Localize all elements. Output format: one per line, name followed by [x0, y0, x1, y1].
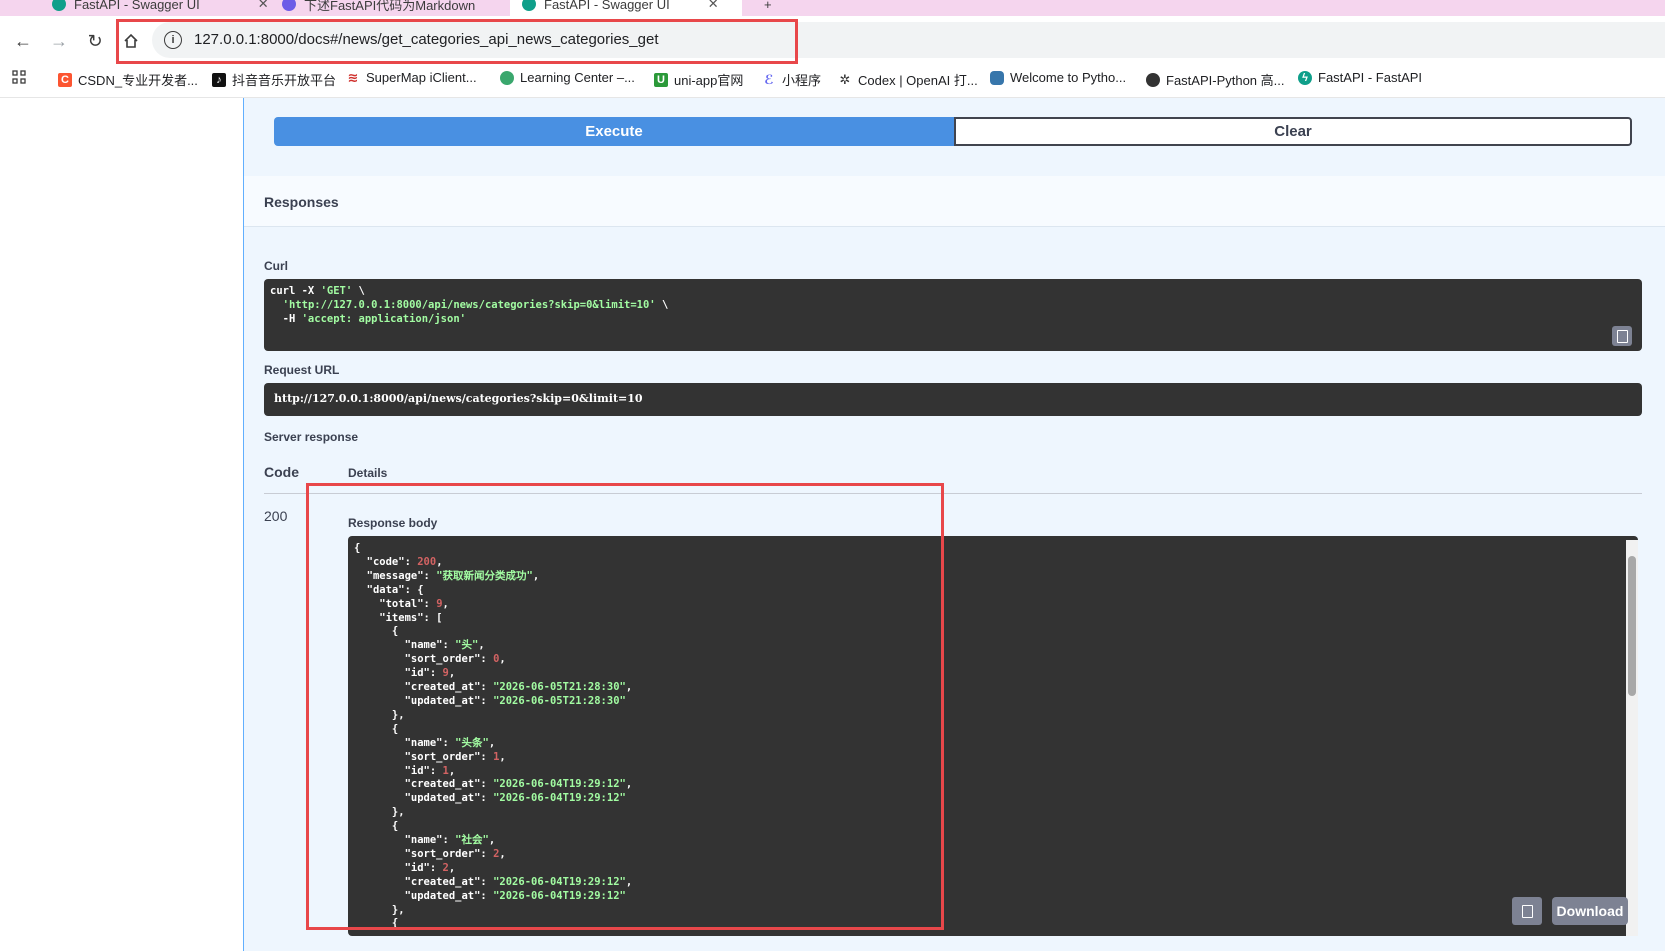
request-url-block[interactable]: http://127.0.0.1:8000/api/news/categorie…	[264, 383, 1642, 416]
scrollbar-thumb[interactable]	[1628, 556, 1636, 696]
bookmark-fastapi[interactable]: ϟ FastAPI - FastAPI	[1298, 70, 1422, 85]
request-url-label: Request URL	[264, 363, 340, 377]
tab-strip: FastAPI - Swagger UI ✕ 下述FastAPI代码为Markd…	[0, 0, 1665, 16]
curl-label: Curl	[264, 259, 288, 273]
copy-curl-icon[interactable]	[1612, 326, 1632, 346]
bookmark-douyin[interactable]: ♪ 抖音音乐开放平台	[212, 70, 336, 89]
bookmark-codex[interactable]: ✲ Codex | OpenAI 打...	[838, 70, 978, 89]
tab-swagger-active[interactable]: FastAPI - Swagger UI ✕	[510, 0, 742, 16]
close-icon[interactable]: ✕	[258, 0, 269, 12]
responses-header: Responses	[244, 176, 1665, 227]
details-column-header: Details	[348, 466, 388, 480]
learning-center-icon	[500, 70, 514, 85]
apps-grid-icon[interactable]	[12, 70, 26, 84]
bookmark-csdn[interactable]: C CSDN_专业开发者...	[58, 70, 198, 89]
clear-button[interactable]: Clear	[954, 117, 1632, 146]
fastapi-favicon-icon	[522, 0, 536, 11]
bookmark-fastapi-python[interactable]: FastAPI-Python 高...	[1146, 70, 1285, 89]
server-response-label: Server response	[264, 430, 359, 444]
code-column-header: Code	[264, 464, 299, 480]
responses-title: Responses	[264, 194, 339, 210]
download-button[interactable]: Download	[1552, 897, 1628, 925]
tab-swagger-1[interactable]: FastAPI - Swagger UI ✕	[40, 0, 281, 16]
back-icon[interactable]: ←	[10, 28, 36, 54]
response-body-scrollbar[interactable]	[1626, 540, 1638, 936]
ai-favicon-icon	[282, 0, 296, 11]
bookmark-python[interactable]: Welcome to Pytho...	[990, 70, 1126, 85]
bookmark-supermap[interactable]: ≋ SuperMap iClient...	[346, 70, 477, 85]
bookmarks-bar: C CSDN_专业开发者... ♪ 抖音音乐开放平台 ≋ SuperMap iClie…	[0, 66, 1665, 98]
bookmark-learning-center[interactable]: Learning Center –...	[500, 70, 635, 85]
copy-response-icon[interactable]	[1512, 897, 1542, 925]
python-icon	[990, 70, 1004, 85]
supermap-icon: ≋	[346, 69, 360, 85]
tab-title: 下述FastAPI代码为Markdown	[304, 0, 476, 13]
bookmark-miniprogram[interactable]: ℰ 小程序	[762, 70, 821, 89]
tab-markdown[interactable]: 下述FastAPI代码为Markdown	[270, 0, 487, 16]
miniprogram-icon: ℰ	[762, 72, 776, 87]
reload-icon[interactable]: ↻	[82, 28, 108, 54]
url-highlight-box	[116, 19, 798, 64]
new-tab-button[interactable]: +	[752, 0, 784, 16]
response-highlight-box	[306, 483, 944, 930]
execute-button[interactable]: Execute	[274, 117, 954, 146]
fastapi-favicon-icon	[52, 0, 66, 11]
forward-icon[interactable]: →	[46, 28, 72, 54]
bookmark-uniapp[interactable]: Uuni-app官网	[654, 70, 743, 89]
tab-title: FastAPI - Swagger UI	[544, 0, 670, 12]
status-code: 200	[264, 508, 288, 524]
close-icon[interactable]: ✕	[708, 0, 719, 12]
tab-title: FastAPI - Swagger UI	[74, 0, 200, 12]
globe-icon	[1146, 72, 1160, 87]
openai-icon: ✲	[838, 71, 852, 87]
csdn-icon: C	[58, 72, 72, 87]
uniapp-icon: U	[654, 72, 668, 87]
douyin-icon: ♪	[212, 72, 226, 87]
fastapi-icon: ϟ	[1298, 70, 1312, 85]
curl-code-block[interactable]: curl -X 'GET' \ 'http://127.0.0.1:8000/a…	[264, 279, 1642, 351]
